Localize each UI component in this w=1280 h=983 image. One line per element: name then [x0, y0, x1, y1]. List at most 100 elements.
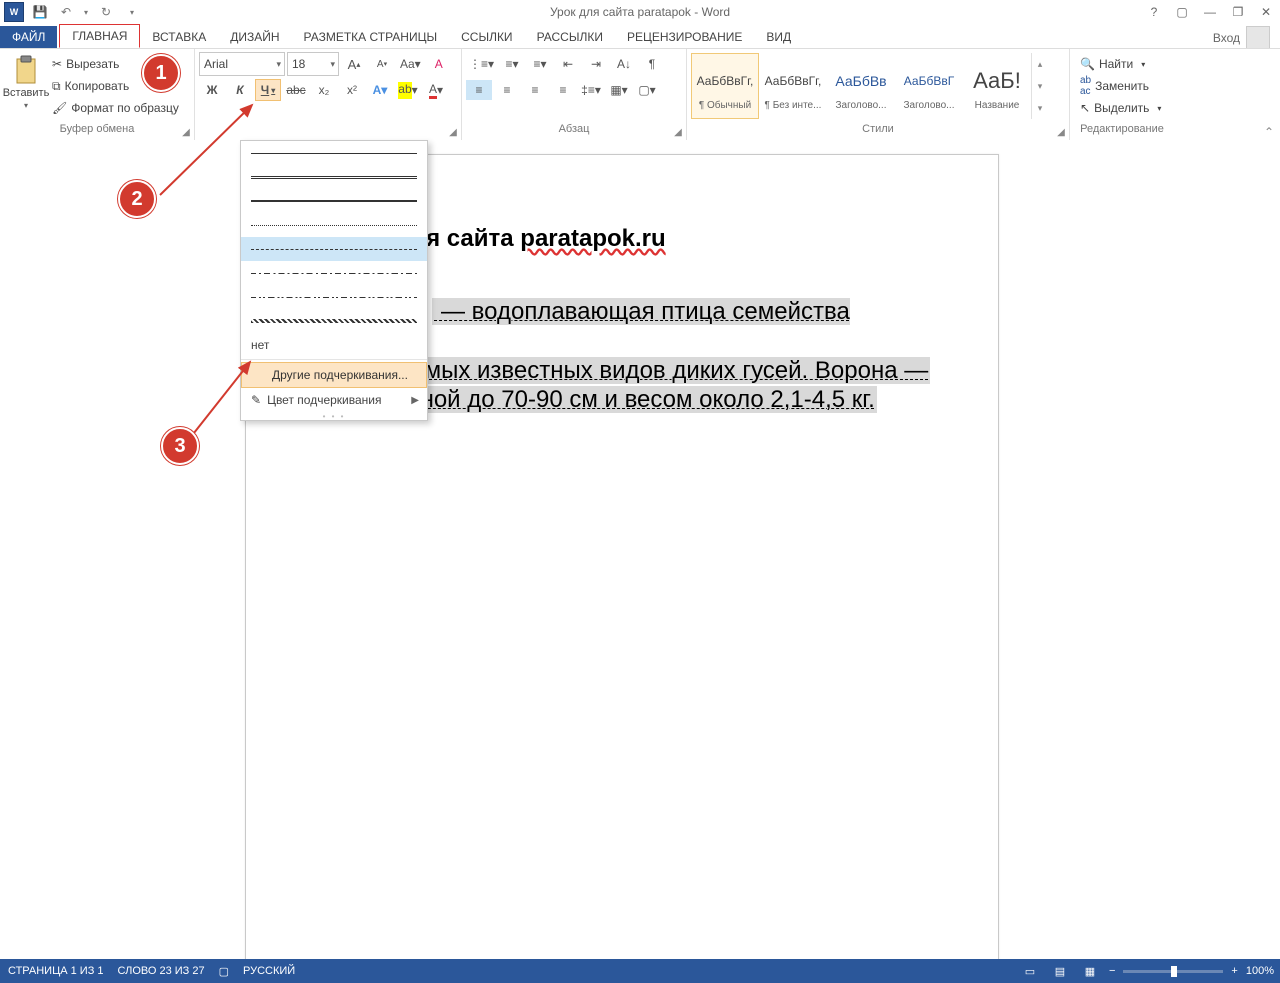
style-preview: АаБбВвГг, [765, 62, 822, 100]
clipboard-launcher[interactable]: ◢ [180, 127, 192, 139]
title-text: я сайта [426, 225, 520, 252]
underline-style-double[interactable] [241, 165, 427, 189]
justify-button[interactable]: ≡ [550, 80, 576, 100]
paragraph-launcher[interactable]: ◢ [672, 127, 684, 139]
underline-style-dotted[interactable] [241, 213, 427, 237]
italic-button[interactable]: К [227, 80, 253, 100]
replace-button[interactable]: abacЗаменить [1074, 75, 1167, 97]
styles-gallery[interactable]: АаБбВвГг,¶ Обычный АаБбВвГг,¶ Без инте..… [691, 53, 1048, 119]
zoom-in-button[interactable]: + [1231, 965, 1237, 977]
align-left-button[interactable]: ≡ [466, 80, 492, 100]
zoom-level[interactable]: 100% [1246, 965, 1274, 977]
tab-insert[interactable]: ВСТАВКА [140, 26, 218, 48]
underline-color-item[interactable]: ✎ Цвет подчеркивания ▶ [241, 388, 427, 412]
status-page[interactable]: СТРАНИЦА 1 ИЗ 1 [8, 965, 104, 977]
style-label: Название [966, 100, 1028, 111]
underline-style-none[interactable]: нет [241, 333, 427, 357]
font-name-combo[interactable]: Arial▾ [199, 52, 285, 76]
cut-label: Вырезать [66, 57, 119, 71]
subscript-button[interactable]: x₂ [311, 80, 337, 100]
format-painter-button[interactable]: 🖌Формат по образцу [48, 97, 183, 119]
restore-button[interactable]: ❐ [1224, 1, 1252, 23]
font-launcher[interactable]: ◢ [447, 127, 459, 139]
strikethrough-button[interactable]: abc [283, 80, 309, 100]
find-button[interactable]: 🔍Найти▾ [1074, 53, 1167, 75]
bullets-button[interactable]: ⋮≡▾ [466, 54, 497, 74]
tab-home[interactable]: ГЛАВНАЯ [59, 24, 140, 48]
search-icon: 🔍 [1080, 57, 1095, 71]
borders-button[interactable]: ▢▾ [634, 80, 660, 100]
multilevel-button[interactable]: ≡▾ [527, 54, 553, 74]
text-effects-button[interactable]: A▾ [367, 80, 393, 100]
align-center-button[interactable]: ≡ [494, 80, 520, 100]
underline-more-item[interactable]: Другие подчеркивания... [241, 362, 427, 388]
select-label: Выделить [1094, 101, 1149, 115]
status-proofing-icon[interactable]: ▢ [219, 965, 229, 978]
style-label: ¶ Обычный [694, 100, 756, 111]
ribbon-display-button[interactable]: ▢ [1168, 1, 1196, 23]
paste-button[interactable]: Вставить ▾ [4, 51, 48, 110]
view-print-button[interactable]: ▤ [1049, 961, 1071, 981]
zoom-slider[interactable] [1123, 970, 1223, 973]
tab-layout[interactable]: РАЗМЕТКА СТРАНИЦЫ [292, 26, 450, 48]
minimize-button[interactable]: — [1196, 1, 1224, 23]
status-language[interactable]: РУССКИЙ [243, 965, 295, 977]
font-color-button[interactable]: A▾ [423, 80, 449, 100]
shading-button[interactable]: ▦▾ [606, 80, 632, 100]
change-case-button[interactable]: Aa▾ [397, 54, 424, 74]
show-marks-button[interactable]: ¶ [639, 54, 665, 74]
underline-style-dashed[interactable] [241, 237, 427, 261]
decrease-indent-button[interactable]: ⇤ [555, 54, 581, 74]
tab-design[interactable]: ДИЗАЙН [218, 26, 291, 48]
style-normal[interactable]: АаБбВвГг,¶ Обычный [691, 53, 759, 119]
group-paragraph: ⋮≡▾ ≡▾ ≡▾ ⇤ ⇥ A↓ ¶ ≡ ≡ ≡ ≡ ‡≡▾ ▦▾ ▢▾ [462, 49, 687, 141]
status-words[interactable]: СЛОВО 23 ИЗ 27 [118, 965, 205, 977]
underline-style-thick[interactable] [241, 189, 427, 213]
grow-font-button[interactable]: A▴ [341, 54, 367, 74]
window-controls: ? ▢ — ❐ ✕ [1140, 1, 1280, 23]
close-button[interactable]: ✕ [1252, 1, 1280, 23]
line-spacing-button[interactable]: ‡≡▾ [578, 80, 604, 100]
styles-launcher[interactable]: ◢ [1055, 127, 1067, 139]
copy-icon: ⧉ [52, 79, 61, 94]
bold-button[interactable]: Ж [199, 80, 225, 100]
underline-style-single[interactable] [241, 141, 427, 165]
underline-style-dot-dot-dash[interactable] [241, 285, 427, 309]
tab-references[interactable]: ССЫЛКИ [449, 26, 524, 48]
increase-indent-button[interactable]: ⇥ [583, 54, 609, 74]
sign-in[interactable]: Вход [1213, 26, 1270, 50]
font-size-combo[interactable]: 18▾ [287, 52, 339, 76]
style-no-spacing[interactable]: АаБбВвГг,¶ Без инте... [759, 53, 827, 119]
tab-review[interactable]: РЕЦЕНЗИРОВАНИЕ [615, 26, 754, 48]
underline-style-dot-dash[interactable] [241, 261, 427, 285]
annotation-callout-2: 2 [118, 180, 156, 218]
style-preview: АаБбВвГг, [697, 62, 754, 100]
align-right-button[interactable]: ≡ [522, 80, 548, 100]
style-label: ¶ Без инте... [762, 100, 824, 111]
style-heading2[interactable]: АаБбВвГЗаголово... [895, 53, 963, 119]
styles-gallery-scroll[interactable]: ▴▾▾ [1031, 53, 1048, 119]
tab-file[interactable]: ФАЙЛ [0, 26, 57, 48]
style-heading1[interactable]: АаБбВвЗаголово... [827, 53, 895, 119]
numbering-button[interactable]: ≡▾ [499, 54, 525, 74]
superscript-button[interactable]: x² [339, 80, 365, 100]
zoom-out-button[interactable]: − [1109, 965, 1115, 977]
select-button[interactable]: ↖Выделить▾ [1074, 97, 1167, 119]
avatar-icon [1246, 26, 1270, 50]
style-title[interactable]: АаБ!Название [963, 53, 1031, 119]
clear-formatting-button[interactable]: A [426, 54, 452, 74]
tab-mailings[interactable]: РАССЫЛКИ [525, 26, 615, 48]
sort-button[interactable]: A↓ [611, 54, 637, 74]
menu-separator [241, 359, 427, 360]
view-web-button[interactable]: ▦ [1079, 961, 1101, 981]
tab-view[interactable]: ВИД [754, 26, 803, 48]
shrink-font-button[interactable]: A▾ [369, 54, 395, 74]
collapse-ribbon-button[interactable]: ⌃ [1264, 125, 1274, 139]
group-label-paragraph: Абзац [466, 123, 682, 141]
underline-button[interactable]: Ч▾ [255, 79, 281, 101]
view-read-button[interactable]: ▭ [1019, 961, 1041, 981]
highlight-button[interactable]: ab▾ [395, 80, 421, 100]
underline-style-wave[interactable] [241, 309, 427, 333]
help-button[interactable]: ? [1140, 1, 1168, 23]
status-bar: СТРАНИЦА 1 ИЗ 1 СЛОВО 23 ИЗ 27 ▢ РУССКИЙ… [0, 959, 1280, 983]
